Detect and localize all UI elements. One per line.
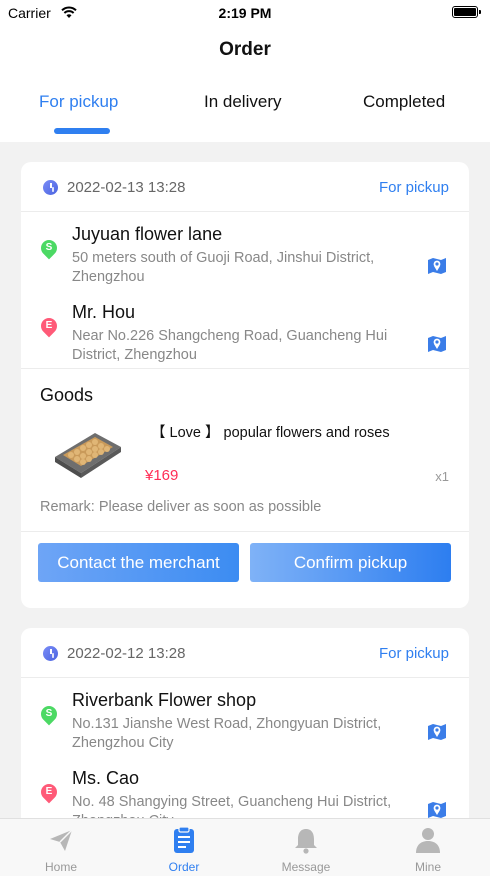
recipient-name: Ms. Cao — [72, 768, 140, 788]
flower-box-image — [55, 433, 121, 478]
clock-time: 2:19 PM — [218, 5, 272, 21]
map-navigation-icon[interactable] — [427, 333, 447, 352]
end-pin-icon: E — [37, 314, 61, 338]
battery-icon — [452, 6, 481, 18]
goods-section: Goods 【 Love 】 popular flowers and roses… — [21, 368, 469, 531]
tabbar-mine[interactable]: Mine — [378, 819, 478, 876]
bell-icon — [295, 829, 317, 854]
pickup-address: S Riverbank Flower shop No.131 Jianshe W… — [21, 678, 469, 756]
order-remark: Remark: Please deliver as soon as possib… — [40, 499, 322, 515]
clock-icon — [43, 180, 58, 195]
order-card: 2022-02-12 13:28 For pickup S Riverbank … — [21, 628, 469, 818]
active-tab-indicator — [54, 128, 110, 134]
pickup-detail: 50 meters south of Guoji Road, Jinshui D… — [72, 250, 375, 285]
order-actions: Contact the merchant Confirm pickup — [21, 531, 469, 599]
order-tabs: For pickup In delivery Completed — [0, 72, 490, 142]
tabbar-home[interactable]: Home — [11, 819, 111, 876]
map-navigation-icon[interactable] — [427, 721, 447, 740]
delivery-address: E Ms. Cao No. 48 Shangying Street, Guanc… — [21, 756, 469, 818]
delivery-address: E Mr. Hou Near No.226 Shangcheng Road, G… — [21, 290, 469, 368]
contact-merchant-button[interactable]: Contact the merchant — [38, 543, 239, 582]
clipboard-icon — [174, 826, 194, 853]
order-time: 2022-02-12 13:28 — [67, 645, 186, 662]
clock-icon — [43, 646, 58, 661]
status-bar: Carrier 2:19 PM — [0, 0, 490, 28]
nav-bar: Order — [0, 28, 490, 72]
end-pin-icon: E — [37, 780, 61, 804]
pickup-name: Juyuan flower lane — [72, 224, 223, 244]
tab-completed[interactable]: Completed — [363, 92, 445, 112]
tab-for-pickup[interactable]: For pickup — [39, 92, 118, 112]
tabbar-label: Message — [281, 860, 331, 874]
start-pin-icon: S — [37, 236, 61, 260]
goods-heading: Goods — [40, 385, 94, 405]
goods-quantity: x1 — [435, 469, 449, 484]
person-icon — [416, 828, 440, 853]
pickup-detail: No.131 Jianshe West Road, Zhongyuan Dist… — [72, 716, 382, 751]
order-card: 2022-02-13 13:28 For pickup S Juyuan flo… — [21, 162, 469, 608]
order-status: For pickup — [378, 645, 449, 662]
order-card-header: 2022-02-12 13:28 For pickup — [21, 628, 469, 678]
pickup-address: S Juyuan flower lane 50 meters south of … — [21, 212, 469, 290]
order-card-header: 2022-02-13 13:28 For pickup — [21, 162, 469, 212]
bottom-tab-bar: Home Order Message Mine — [0, 818, 490, 876]
tabbar-order[interactable]: Order — [134, 819, 234, 876]
tabbar-message[interactable]: Message — [256, 819, 356, 876]
start-pin-icon: S — [37, 702, 61, 726]
tabbar-label: Order — [168, 860, 200, 874]
recipient-detail: No. 48 Shangying Street, Guancheng Hui D… — [72, 794, 392, 818]
order-list[interactable]: 2022-02-13 13:28 For pickup S Juyuan flo… — [0, 142, 490, 818]
tabbar-label: Mine — [414, 860, 441, 874]
goods-name: 【 Love 】 popular flowers and roses — [151, 425, 390, 441]
paper-plane-icon — [50, 829, 73, 851]
goods-price: ¥169 — [145, 467, 179, 484]
map-navigation-icon[interactable] — [427, 799, 447, 818]
tabbar-label: Home — [44, 860, 77, 874]
order-status: For pickup — [378, 179, 449, 196]
pickup-name: Riverbank Flower shop — [72, 690, 257, 710]
page-title: Order — [219, 39, 271, 60]
tab-in-delivery[interactable]: In delivery — [204, 92, 281, 112]
map-navigation-icon[interactable] — [427, 255, 447, 274]
order-time: 2022-02-13 13:28 — [67, 179, 186, 196]
confirm-pickup-button[interactable]: Confirm pickup — [250, 543, 451, 582]
recipient-name: Mr. Hou — [72, 302, 136, 322]
recipient-detail: Near No.226 Shangcheng Road, Guancheng H… — [72, 328, 388, 363]
